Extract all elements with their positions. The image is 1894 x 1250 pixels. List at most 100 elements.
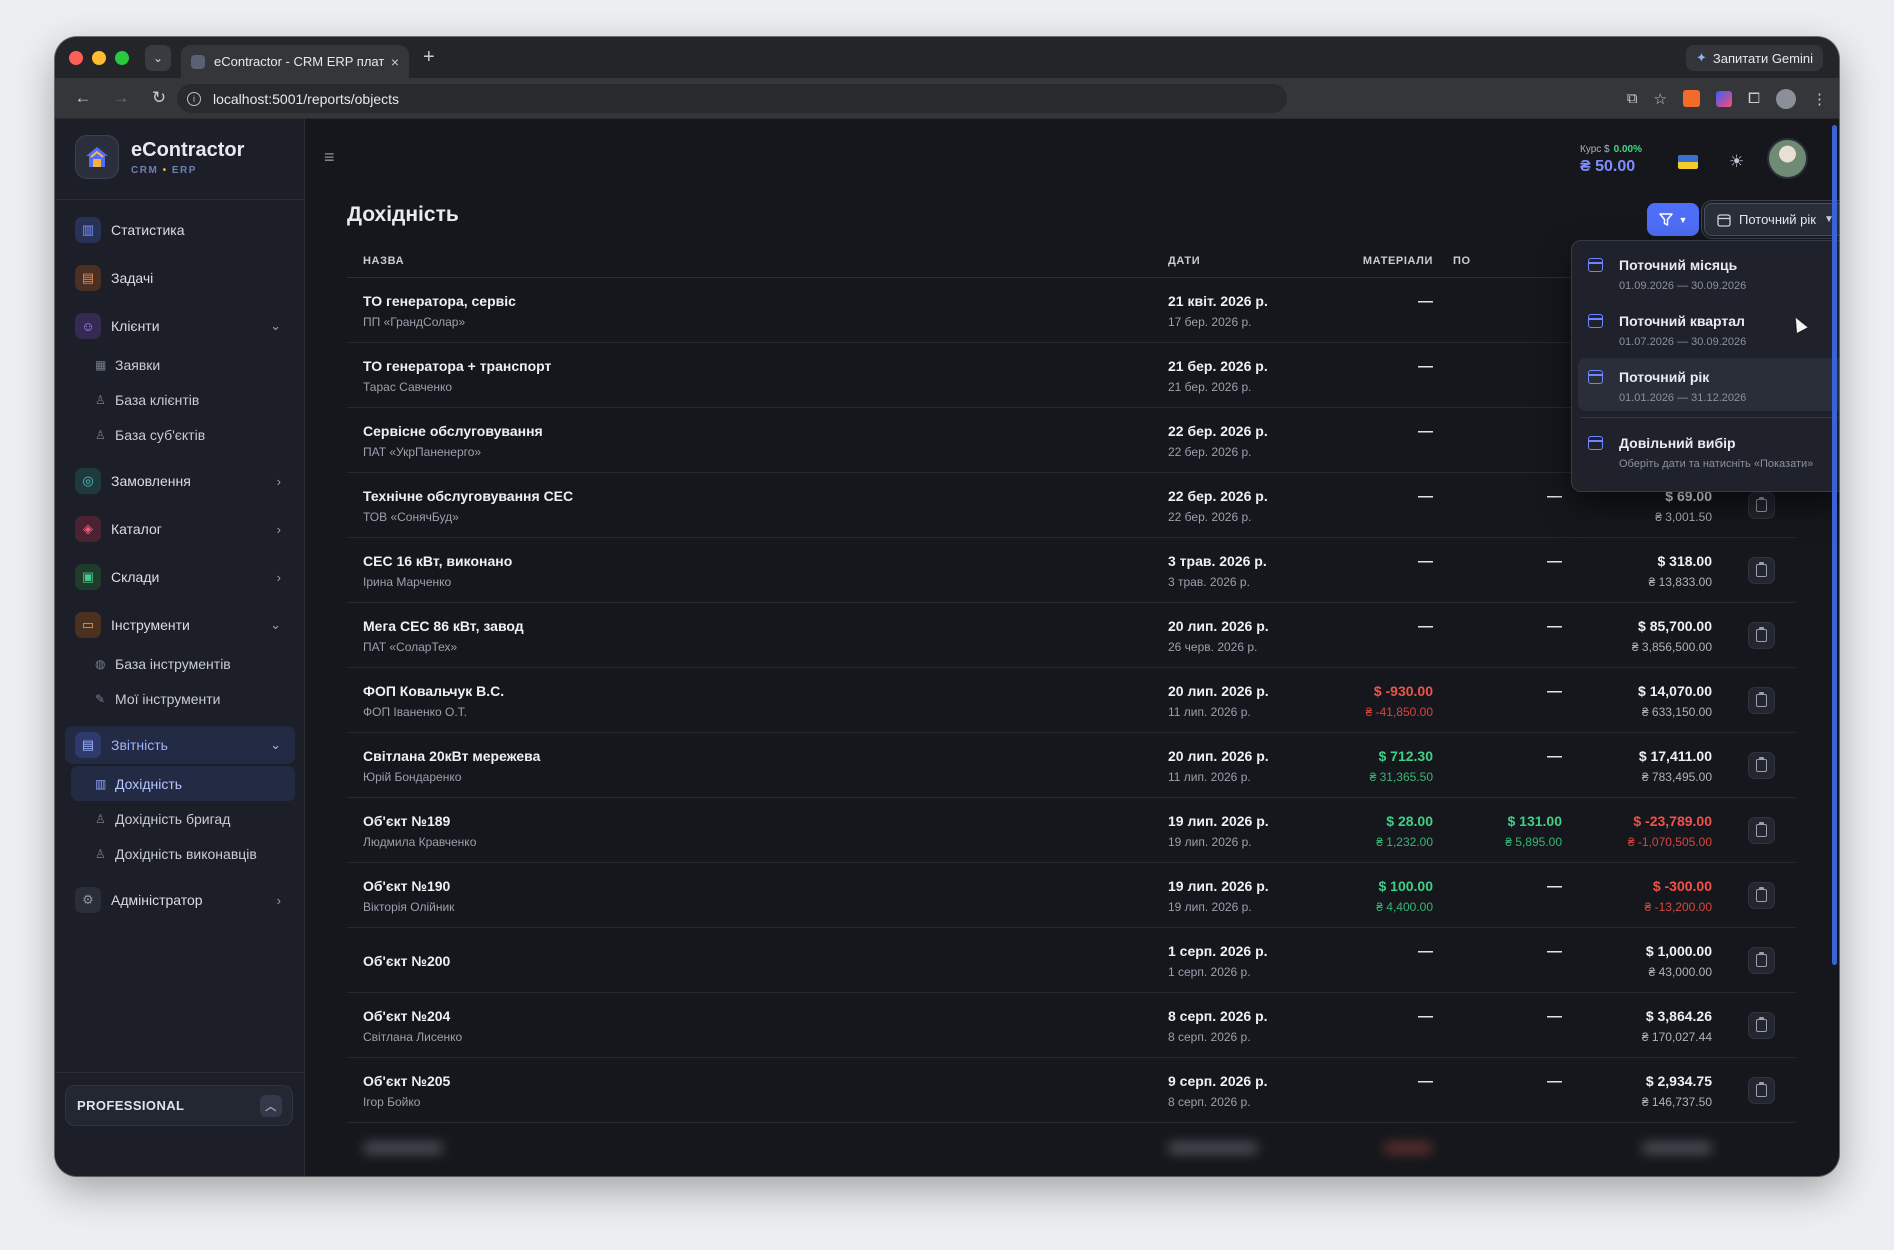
empty-value: — [1547,618,1562,635]
table-row[interactable]: Об'єкт №189 Людмила Кравченко 19 лип. 20… [347,798,1795,863]
install-app-icon[interactable]: ⧉ [1627,90,1638,107]
sidebar-item-admin[interactable]: ⚙ Адміністратор › [65,881,295,919]
page-scrollbar[interactable] [1832,125,1837,965]
sidebar-item-requests[interactable]: ▦ Заявки [71,347,295,382]
user-avatar[interactable] [1767,138,1808,179]
period-select-button[interactable]: Поточний рік ▼ [1704,203,1839,236]
sidebar-item-tools-base[interactable]: ◍ База інструментів [71,646,295,681]
sidebar-item-executor-profitability[interactable]: ♙ Дохідність виконавців [71,836,295,871]
brand[interactable]: eContractor CRM • ERP [75,135,244,179]
period-option-label: Поточний місяць [1619,257,1738,273]
chevron-up-icon[interactable]: ︿ [260,1094,282,1117]
ukraine-flag-icon[interactable] [1678,155,1698,169]
user-icon: ♙ [95,846,106,861]
date-primary: 9 серп. 2026 р. [1168,1073,1268,1089]
table-row[interactable]: Об'єкт №205 Ігор Бойко 9 серп. 2026 р. 8… [347,1058,1795,1123]
sidebar-item-label: Статистика [111,222,185,238]
sidebar-item-profitability[interactable]: ▥ Дохідність [71,766,295,801]
clipboard-icon[interactable] [1748,882,1775,909]
extension-icon[interactable] [1715,90,1732,107]
divider [55,1072,304,1073]
theme-sun-icon[interactable]: ☀ [1729,152,1744,172]
window-controls [69,50,129,65]
sidebar-item-orders[interactable]: ◎ Замовлення › [65,462,295,500]
calendar-icon [1588,370,1603,384]
browser-tab[interactable]: eContractor - CRM ERP плат × [181,45,409,78]
maximize-window-button[interactable] [115,50,129,65]
minimize-window-button[interactable] [92,50,106,65]
forward-arrow-icon[interactable]: → [111,88,131,108]
client-name: ПАТ «СоларТех» [363,640,458,654]
sidebar-item-statistics[interactable]: ▥ Статистика [65,211,295,249]
sidebar-item-catalog[interactable]: ◈ Каталог › [65,510,295,548]
browser-menu-icon[interactable]: ⋮ [1812,90,1827,108]
sidebar-item-tools[interactable]: ▭ Інструменти ⌄ [65,606,295,644]
object-name: Мега СЕС 86 кВт, завод [363,618,524,634]
clipboard-icon[interactable] [1748,622,1775,649]
gemini-button[interactable]: ✦ Запитати Gemini [1685,45,1823,71]
amount-usd: $ 14,070.00 [1638,683,1712,699]
tab-search-chevron-icon[interactable]: ⌄ [145,44,171,71]
table-row[interactable]: ФОП Ковальчук В.С. ФОП Іваненко О.Т. 20 … [347,668,1795,733]
new-tab-button[interactable]: + [423,46,435,69]
sidebar-item-my-tools[interactable]: ✎ Мої інструменти [71,681,295,716]
clipboard-icon: ▤ [75,265,101,291]
table-row[interactable]: Мега СЕС 86 кВт, завод ПАТ «СоларТех» 20… [347,603,1795,668]
column-header-name[interactable]: НАЗВА [363,255,404,267]
period-label: Поточний рік [1739,212,1816,227]
amount-usd: $ 100.00 [1378,878,1434,894]
period-option-desc: 01.01.2026 — 31.12.2026 [1619,392,1747,404]
clipboard-icon[interactable] [1748,557,1775,584]
plan-badge[interactable]: PROFESSIONAL ︿ [65,1085,293,1126]
period-option-label: Довільний вибір [1619,435,1736,451]
empty-value: — [1547,878,1562,895]
column-header-dates[interactable]: ДАТИ [1168,255,1200,267]
chevron-right-icon: › [276,569,281,585]
sidebar-item-warehouses[interactable]: ▣ Склади › [65,558,295,596]
reload-icon[interactable]: ↻ [149,88,169,108]
bookmark-star-icon[interactable]: ☆ [1654,90,1667,108]
sidebar-item-team-profitability[interactable]: ♙ Дохідність бригад [71,801,295,836]
table-row[interactable]: Об'єкт №200 1 серп. 2026 р. 1 серп. 2026… [347,928,1795,993]
sidebar-item-client-base[interactable]: ♙ База клієнтів [71,382,295,417]
extension-icon[interactable] [1682,90,1700,107]
clipboard-icon[interactable] [1748,947,1775,974]
date-primary: 20 лип. 2026 р. [1168,748,1269,764]
tools-submenu: ◍ База інструментів ✎ Мої інструменти [65,646,295,716]
sidebar-item-subjects-base[interactable]: ♙ База суб'єктів [71,417,295,452]
divider [55,199,304,200]
column-header-cut[interactable]: ПО [1453,255,1471,267]
site-info-icon[interactable]: i [187,91,201,106]
filter-button[interactable]: ▼ [1647,203,1699,236]
table-row[interactable]: Об'єкт №204 Світлана Лисенко 8 серп. 202… [347,993,1795,1058]
profile-avatar[interactable] [1776,88,1796,109]
clipboard-icon[interactable] [1748,1077,1775,1104]
table-row[interactable]: Світлана 20кВт мережева Юрій Бондаренко … [347,733,1795,798]
address-bar[interactable]: i localhost:5001/reports/objects [177,84,1287,113]
object-name: ФОП Ковальчук В.С. [363,683,505,699]
clipboard-icon[interactable] [1748,1012,1775,1039]
clipboard-icon[interactable] [1748,752,1775,779]
menu-toggle-icon[interactable]: ≡ [324,147,335,168]
sidebar-item-clients[interactable]: ☺ Клієнти ⌄ [65,307,295,345]
back-arrow-icon[interactable]: ← [73,88,93,108]
sidebar-item-reports[interactable]: ▤ Звітність ⌄ [65,726,295,764]
table-row[interactable]: СЕС 16 кВт, виконано Ірина Марченко 3 тр… [347,538,1795,603]
table-row[interactable]: Об'єкт №190 Вікторія Олійник 19 лип. 202… [347,863,1795,928]
sidebar-item-tasks[interactable]: ▤ Задачі [65,259,295,297]
date-primary: 22 бер. 2026 р. [1168,488,1268,504]
period-option[interactable]: Поточний рік 01.01.2026 — 31.12.2026 [1578,358,1839,411]
period-option-custom[interactable]: Довільний вибір Оберіть дати та натисніт… [1578,424,1839,477]
clipboard-icon[interactable] [1748,687,1775,714]
close-window-button[interactable] [69,50,83,65]
amount-usd: $ 17,411.00 [1638,748,1712,764]
users-icon: ☺ [75,313,101,339]
client-name: Ігор Бойко [363,1095,421,1109]
clipboard-icon[interactable] [1748,817,1775,844]
tab-close-icon[interactable]: × [391,54,399,70]
column-header-materials[interactable]: МАТЕРІАЛИ [1363,255,1433,267]
clipboard-icon[interactable] [1748,492,1775,519]
period-option[interactable]: Поточний місяць 01.09.2026 — 30.09.2026 [1578,246,1839,299]
sidebar-item-label: Склади [111,569,160,585]
extensions-puzzle-icon[interactable]: ⧠ [1748,90,1760,107]
